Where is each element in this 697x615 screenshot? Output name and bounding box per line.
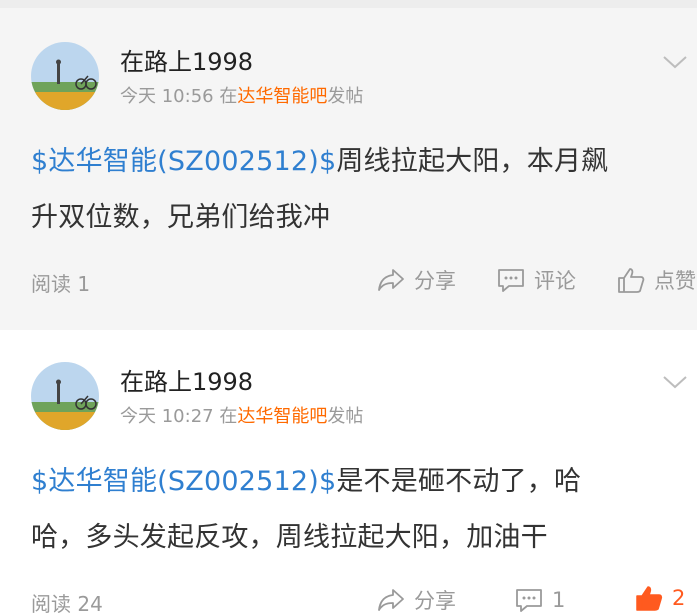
thumbs-up-icon	[636, 586, 663, 611]
comment-label: 评论	[534, 269, 576, 293]
chevron-down-icon[interactable]	[660, 52, 690, 72]
chevron-down-icon[interactable]	[660, 372, 690, 392]
post-card[interactable]: 在路上1998 今天 10:56 在达华智能吧发帖 $达华智能(SZ002512…	[0, 8, 697, 330]
username[interactable]: 在路上1998	[120, 362, 253, 397]
thumbs-up-icon	[618, 268, 645, 293]
comment-count: 1	[552, 588, 566, 612]
post-text-line2: 哈，多头发起反攻，周线拉起大阳，加油干	[31, 522, 548, 553]
post-meta: 今天 10:56 在达华智能吧发帖	[120, 82, 363, 108]
comment-button[interactable]: 评论	[496, 264, 576, 296]
username[interactable]: 在路上1998	[120, 42, 253, 77]
like-count: 2	[672, 586, 686, 610]
meta-suffix: 发帖	[327, 406, 364, 427]
stock-tag-link[interactable]: $达华智能(SZ002512)$	[31, 146, 336, 177]
post-text-line2: 升双位数，兄弟们给我冲	[31, 202, 331, 233]
like-button[interactable]: 2	[634, 582, 685, 614]
read-count: 阅读 24	[31, 592, 103, 615]
meta-prefix: 在	[219, 406, 238, 427]
post-text-line1: 周线拉起大阳，本月飙	[336, 146, 609, 177]
meta-suffix: 发帖	[327, 86, 364, 107]
post-card[interactable]: 在路上1998 今天 10:27 在达华智能吧发帖 $达华智能(SZ002512…	[0, 330, 697, 615]
share-label: 分享	[414, 589, 456, 613]
stock-tag-link[interactable]: $达华智能(SZ002512)$	[31, 466, 336, 497]
post-time: 今天 10:56	[120, 86, 214, 107]
post-text-line1: 是不是砸不动了，哈	[336, 466, 582, 497]
bar-link[interactable]: 达华智能吧	[237, 86, 327, 107]
like-label: 点赞	[654, 269, 696, 293]
share-button[interactable]: 分享	[376, 584, 456, 615]
avatar[interactable]	[31, 362, 99, 430]
post-meta: 今天 10:27 在达华智能吧发帖	[120, 402, 363, 428]
bar-link[interactable]: 达华智能吧	[237, 406, 327, 427]
meta-prefix: 在	[219, 86, 238, 107]
comment-icon	[516, 589, 542, 612]
post-content[interactable]: $达华智能(SZ002512)$是不是砸不动了，哈 哈，多头发起反攻，周线拉起大…	[31, 454, 671, 566]
comment-icon	[498, 269, 524, 292]
top-divider	[0, 0, 697, 8]
avatar[interactable]	[31, 42, 99, 110]
post-time: 今天 10:27	[120, 406, 214, 427]
like-button[interactable]: 点赞	[616, 264, 696, 296]
comment-button[interactable]: 1	[514, 584, 565, 615]
share-button[interactable]: 分享	[376, 264, 456, 296]
share-icon	[378, 589, 404, 611]
read-count: 阅读 1	[31, 272, 91, 296]
share-icon	[378, 269, 404, 291]
post-content[interactable]: $达华智能(SZ002512)$周线拉起大阳，本月飙 升双位数，兄弟们给我冲	[31, 134, 671, 246]
share-label: 分享	[414, 269, 456, 293]
